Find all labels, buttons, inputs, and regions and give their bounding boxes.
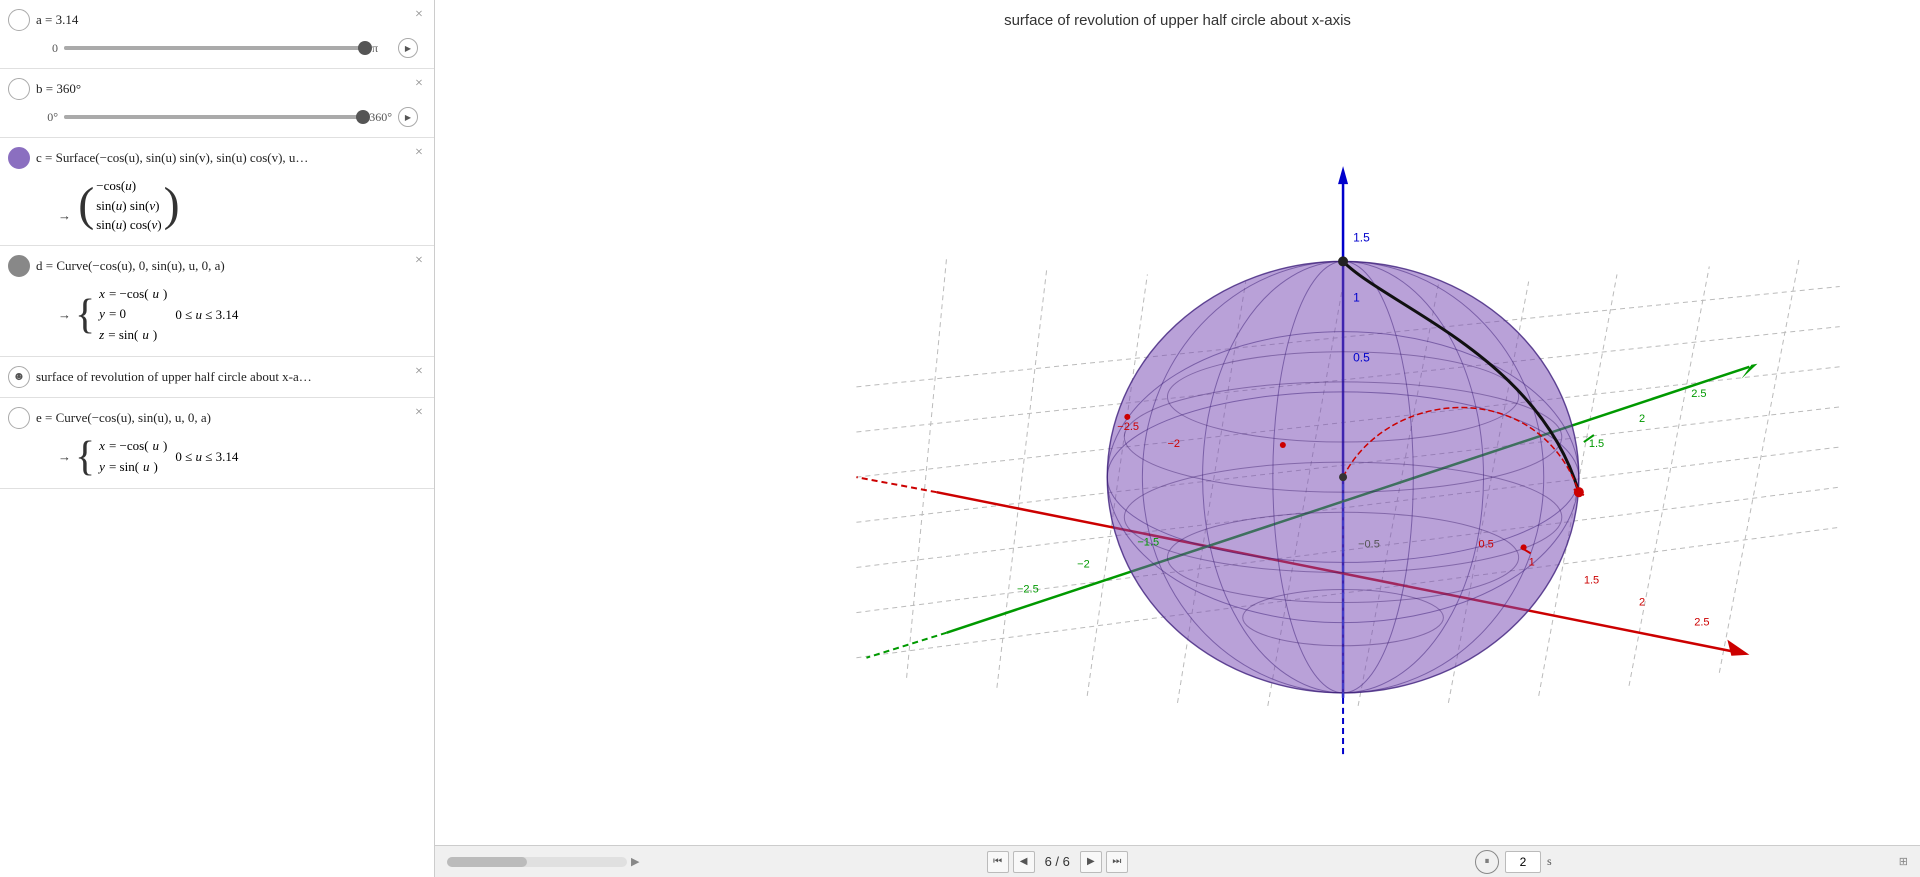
canvas-area[interactable]: 1.5 1 0.5 −0.5 0.5 1 1.5 2 2.5 −2 −2.5 1… — [435, 29, 1920, 845]
left-panel: a = 3.14 × 0 π ▶ b = 360° × 0° — [0, 0, 435, 877]
entry-b-icon — [8, 78, 30, 100]
y-label-neg15: −1.5 — [1137, 536, 1159, 548]
entry-b-close[interactable]: × — [410, 75, 428, 93]
bottom-scrollbar-area: ▶ — [447, 855, 639, 868]
slider-a-min: 0 — [38, 41, 58, 56]
nav-next-button[interactable]: ▶ — [1080, 851, 1102, 873]
entry-e-label: e = Curve(−cos(u), sin(u), u, 0, a) — [36, 410, 426, 426]
eq-d-x: x = −cos(u) — [99, 284, 167, 305]
entry-d-label: d = Curve(−cos(u), 0, sin(u), u, 0, a) — [36, 258, 426, 274]
z-label-1: 1 — [1353, 291, 1360, 305]
scrollbar-thumb[interactable] — [447, 857, 527, 867]
entry-a-label: a = 3.14 — [36, 12, 426, 28]
x-tick-dot-1 — [1576, 489, 1582, 495]
matrix-c-row3: sin(u) cos(v) — [96, 215, 161, 235]
z-axis-arrow — [1338, 166, 1348, 184]
entry-text: ☻ surface of revolution of upper half ci… — [0, 357, 434, 398]
eq-d-z: z = sin(u) — [99, 325, 167, 346]
bottom-bar: ▶ ⏮ ◀ 6 / 6 ▶ ⏭ ⏸ s ⊞ — [435, 845, 1920, 877]
x-tick-dot-2 — [1521, 544, 1527, 550]
slider-a-track[interactable] — [64, 46, 366, 50]
speed-label: s — [1547, 854, 1552, 869]
corner-resize-icon: ⊞ — [1899, 855, 1908, 868]
eq-e-x: x = −cos(u) — [99, 436, 167, 457]
slider-a-max: π — [372, 41, 392, 56]
nav-controls: ⏮ ◀ 6 / 6 ▶ ⏭ — [987, 851, 1128, 873]
entry-e-close[interactable]: × — [410, 404, 428, 422]
play-a-button[interactable]: ▶ — [398, 38, 418, 58]
pause-button[interactable]: ⏸ — [1475, 850, 1499, 874]
nav-first-button[interactable]: ⏮ — [987, 851, 1009, 873]
slider-b-max: 360° — [369, 110, 392, 125]
x-label-05: 0.5 — [1479, 538, 1494, 550]
entry-e-icon — [8, 407, 30, 429]
entry-c: c = Surface(−cos(u), sin(u) sin(v), sin(… — [0, 138, 434, 246]
speed-input[interactable] — [1505, 851, 1541, 873]
eq-e-y: y = sin(u) — [99, 457, 167, 478]
y-axis-neg — [866, 633, 946, 658]
slider-b-min: 0° — [38, 110, 58, 125]
entry-text-icon: ☻ — [8, 366, 30, 388]
matrix-c-row2: sin(u) sin(v) — [96, 196, 159, 216]
y-label-25: 2.5 — [1691, 388, 1706, 400]
matrix-c-row1: −cos(u) — [96, 176, 136, 196]
sphere-point-top — [1338, 256, 1348, 266]
entry-a: a = 3.14 × 0 π ▶ — [0, 0, 434, 69]
chart-title: surface of revolution of upper half circ… — [435, 0, 1920, 29]
y-label-neg2: −2 — [1077, 558, 1090, 570]
z-label-neg05: −0.5 — [1358, 538, 1380, 550]
entry-d-icon — [8, 255, 30, 277]
3d-visualization[interactable]: 1.5 1 0.5 −0.5 0.5 1 1.5 2 2.5 −2 −2.5 1… — [435, 29, 1920, 845]
x-tick-dot-neg — [1280, 442, 1286, 448]
right-panel: surface of revolution of upper half circ… — [435, 0, 1920, 877]
x-label-2: 2 — [1639, 597, 1645, 609]
eq-d-y: y = 0 — [99, 304, 167, 325]
page-indicator: 6 / 6 — [1039, 854, 1076, 869]
slider-b-thumb[interactable] — [356, 110, 370, 124]
slider-b-track[interactable] — [64, 115, 363, 119]
eq-e-domain: 0 ≤ u ≤ 3.14 — [175, 449, 238, 465]
z-label-05: 0.5 — [1353, 351, 1370, 365]
entry-text-close[interactable]: × — [410, 363, 428, 381]
entry-c-matrix: → ( −cos(u) sin(u) sin(v) sin(u) cos(v) … — [8, 172, 426, 239]
x-label-neg2: −2 — [1167, 438, 1180, 450]
entry-d-close[interactable]: × — [410, 252, 428, 270]
entry-a-close[interactable]: × — [410, 6, 428, 24]
nav-prev-button[interactable]: ◀ — [1013, 851, 1035, 873]
eq-d-domain: 0 ≤ u ≤ 3.14 — [175, 307, 238, 323]
entry-d-equations: → { x = −cos(u) y = 0 z = sin(u) 0 ≤ u ≤… — [8, 280, 426, 350]
horizontal-scrollbar[interactable] — [447, 857, 627, 867]
x-tick-dot-neg2 — [1124, 414, 1130, 420]
y-label-15: 1.5 — [1589, 438, 1604, 450]
x-label-neg25: −2.5 — [1117, 421, 1139, 433]
z-label-pos: 1.5 — [1353, 230, 1370, 244]
slider-a-thumb[interactable] — [358, 41, 372, 55]
x-label-25: 2.5 — [1694, 617, 1709, 629]
entry-a-icon — [8, 9, 30, 31]
x-label-15: 1.5 — [1584, 574, 1599, 586]
entry-text-label: surface of revolution of upper half circ… — [36, 369, 426, 385]
y-label-2: 2 — [1639, 413, 1645, 425]
sphere-center — [1339, 473, 1347, 481]
scroll-arrow[interactable]: ▶ — [631, 855, 639, 868]
entry-b-label: b = 360° — [36, 81, 426, 97]
entry-e-equations: → { x = −cos(u) y = sin(u) 0 ≤ u ≤ 3.14 — [8, 432, 426, 482]
entry-c-close[interactable]: × — [410, 144, 428, 162]
entry-b: b = 360° × 0° 360° ▶ — [0, 69, 434, 138]
entry-c-icon — [8, 147, 30, 169]
nav-last-button[interactable]: ⏭ — [1106, 851, 1128, 873]
play-b-button[interactable]: ▶ — [398, 107, 418, 127]
entry-e: e = Curve(−cos(u), sin(u), u, 0, a) × → … — [0, 398, 434, 489]
x-label-1: 1 — [1529, 556, 1535, 568]
playback-controls: ⏸ s — [1475, 850, 1552, 874]
entry-c-label: c = Surface(−cos(u), sin(u) sin(v), sin(… — [36, 150, 426, 166]
x-axis-arrow — [1727, 640, 1749, 656]
y-label-neg25: −2.5 — [1017, 584, 1039, 596]
entry-d: d = Curve(−cos(u), 0, sin(u), u, 0, a) ×… — [0, 246, 434, 357]
